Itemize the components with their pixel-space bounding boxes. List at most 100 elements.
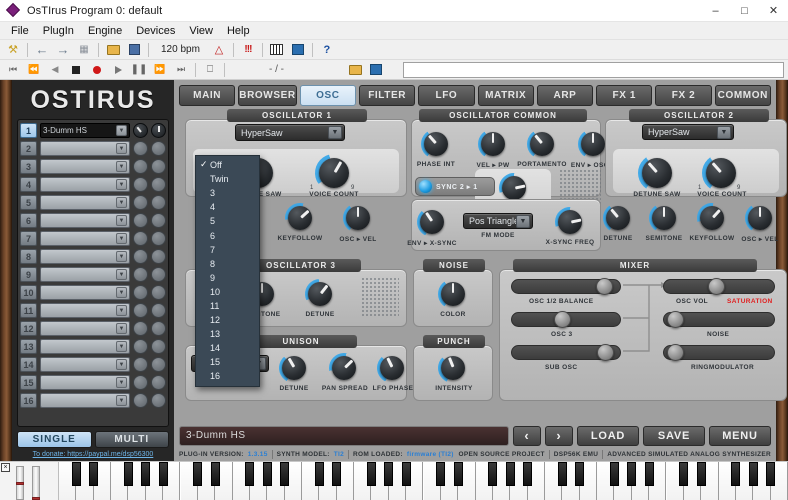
black-key[interactable] bbox=[332, 462, 341, 486]
menu-devices[interactable]: Devices bbox=[129, 24, 182, 38]
dropdown-item-15[interactable]: 15 bbox=[196, 355, 259, 369]
load-button[interactable]: LOAD bbox=[577, 426, 639, 446]
tab-matrix[interactable]: MATRIX bbox=[478, 85, 534, 106]
black-key[interactable] bbox=[506, 462, 515, 486]
dropdown-item-13[interactable]: 13 bbox=[196, 327, 259, 341]
part-pan-knob[interactable] bbox=[151, 231, 166, 246]
mixer-ringmod-slider[interactable] bbox=[663, 345, 775, 360]
black-key[interactable] bbox=[141, 462, 150, 486]
osc2-detune-knob[interactable] bbox=[603, 203, 633, 233]
prev-preset-button[interactable]: ‹ bbox=[513, 426, 541, 446]
tab-main[interactable]: MAIN bbox=[179, 85, 235, 106]
part-pan-knob[interactable] bbox=[151, 213, 166, 228]
osc2-osc-vel-knob[interactable] bbox=[745, 203, 775, 233]
tab-common[interactable]: COMMON bbox=[715, 85, 771, 106]
black-key[interactable] bbox=[679, 462, 688, 486]
black-key[interactable] bbox=[402, 462, 411, 486]
part-row-9[interactable]: 9 ▼ bbox=[20, 266, 166, 283]
maximize-button[interactable]: □ bbox=[730, 0, 759, 22]
part-pan-knob[interactable] bbox=[151, 339, 166, 354]
mixer-sub-osc-slider[interactable] bbox=[511, 345, 621, 360]
slider-thumb[interactable] bbox=[554, 311, 571, 328]
stop-icon[interactable] bbox=[66, 61, 86, 79]
mod-wheel[interactable] bbox=[32, 466, 40, 500]
part-row-5[interactable]: 5 ▼ bbox=[20, 194, 166, 211]
dropdown-item-7[interactable]: 7 bbox=[196, 243, 259, 257]
part-pan-knob[interactable] bbox=[151, 249, 166, 264]
black-key[interactable] bbox=[436, 462, 445, 486]
part-volume-knob[interactable] bbox=[133, 339, 148, 354]
next-preset-button[interactable]: › bbox=[545, 426, 573, 446]
menu-engine[interactable]: Engine bbox=[81, 24, 129, 38]
donate-link[interactable]: To donate: https://paypal.me/dsp56300 bbox=[17, 448, 169, 458]
black-key[interactable] bbox=[749, 462, 758, 486]
part-preset-combo[interactable]: ▼ bbox=[40, 303, 130, 318]
black-key[interactable] bbox=[89, 462, 98, 486]
punch-intensity-knob[interactable] bbox=[438, 353, 468, 383]
fm-mode-combo[interactable]: Pos Triangle ▼ bbox=[463, 213, 533, 229]
part-row-8[interactable]: 8 ▼ bbox=[20, 248, 166, 265]
osc-common-vel-pw-knob[interactable] bbox=[478, 129, 508, 159]
dropdown-item-5[interactable]: 5 bbox=[196, 214, 259, 228]
part-preset-combo[interactable]: ▼ bbox=[40, 375, 130, 390]
part-volume-knob[interactable] bbox=[133, 285, 148, 300]
black-key[interactable] bbox=[315, 462, 324, 486]
osc1-waveform-combo[interactable]: HyperSaw ▼ bbox=[235, 124, 345, 141]
rewind-icon[interactable]: ⏪ bbox=[24, 61, 44, 79]
dropdown-item-8[interactable]: 8 bbox=[196, 257, 259, 271]
dropdown-item-4[interactable]: 4 bbox=[196, 200, 259, 214]
slider-thumb[interactable] bbox=[596, 278, 613, 295]
part-preset-combo[interactable]: ▼ bbox=[40, 159, 130, 174]
part-pan-knob[interactable] bbox=[151, 375, 166, 390]
part-pan-knob[interactable] bbox=[151, 195, 166, 210]
close-icon[interactable]: × bbox=[1, 463, 10, 472]
tab-fx2[interactable]: FX 2 bbox=[655, 85, 711, 106]
part-preset-combo[interactable]: ▼ bbox=[40, 249, 130, 264]
black-key[interactable] bbox=[627, 462, 636, 486]
chevron-down-icon[interactable]: ▼ bbox=[116, 323, 127, 334]
part-row-15[interactable]: 15 ▼ bbox=[20, 374, 166, 391]
part-volume-knob[interactable] bbox=[133, 249, 148, 264]
chevron-down-icon[interactable]: ▼ bbox=[116, 269, 127, 280]
chevron-down-icon[interactable]: ▼ bbox=[116, 215, 127, 226]
pitch-wheel[interactable] bbox=[16, 466, 24, 500]
black-key[interactable] bbox=[367, 462, 376, 486]
part-volume-knob[interactable] bbox=[133, 159, 148, 174]
exclaim-icon[interactable]: !!! bbox=[238, 41, 258, 59]
slider-thumb[interactable] bbox=[667, 311, 684, 328]
save-disk-icon[interactable] bbox=[124, 41, 144, 59]
osc-common-xsync-freq-knob[interactable] bbox=[555, 207, 585, 237]
slider-thumb[interactable] bbox=[597, 344, 614, 361]
chevron-down-icon[interactable]: ▼ bbox=[116, 251, 127, 262]
dropdown-item-9[interactable]: 9 bbox=[196, 271, 259, 285]
chevron-down-icon[interactable]: ▼ bbox=[116, 125, 127, 136]
chevron-down-icon[interactable]: ▼ bbox=[116, 377, 127, 388]
black-key[interactable] bbox=[193, 462, 202, 486]
unison-pan-spread-knob[interactable] bbox=[329, 353, 359, 383]
dropdown-item-10[interactable]: 10 bbox=[196, 285, 259, 299]
chevron-down-icon[interactable]: ▼ bbox=[116, 161, 127, 172]
bpm-display[interactable]: 120 bpm bbox=[153, 44, 208, 55]
multi-mode-button[interactable]: MULTI bbox=[95, 431, 170, 448]
part-volume-knob[interactable] bbox=[133, 375, 148, 390]
dropdown-item-14[interactable]: 14 bbox=[196, 341, 259, 355]
part-pan-knob[interactable] bbox=[151, 285, 166, 300]
black-key[interactable] bbox=[766, 462, 775, 486]
black-key[interactable] bbox=[211, 462, 220, 486]
chevron-down-icon[interactable]: ▼ bbox=[116, 359, 127, 370]
part-pan-knob[interactable] bbox=[151, 321, 166, 336]
list-icon[interactable]: ▦ bbox=[74, 41, 94, 59]
keyboard-icon[interactable] bbox=[267, 41, 287, 59]
unison-mode-dropdown[interactable]: ✓Off Twin 3 4 5 6 7 8 9 10 11 12 13 14 bbox=[195, 155, 260, 387]
black-key[interactable] bbox=[263, 462, 272, 486]
chevron-down-icon[interactable]: ▼ bbox=[116, 143, 127, 154]
black-key[interactable] bbox=[697, 462, 706, 486]
black-key[interactable] bbox=[72, 462, 81, 486]
part-preset-combo[interactable]: ▼ bbox=[40, 285, 130, 300]
mixer-osc-balance-slider[interactable] bbox=[511, 279, 621, 294]
pause-icon[interactable]: ❚❚ bbox=[129, 61, 149, 79]
menu-button[interactable]: MENU bbox=[709, 426, 771, 446]
part-pan-knob[interactable] bbox=[151, 141, 166, 156]
black-key[interactable] bbox=[124, 462, 133, 486]
osc3-detune-knob[interactable] bbox=[305, 279, 335, 309]
